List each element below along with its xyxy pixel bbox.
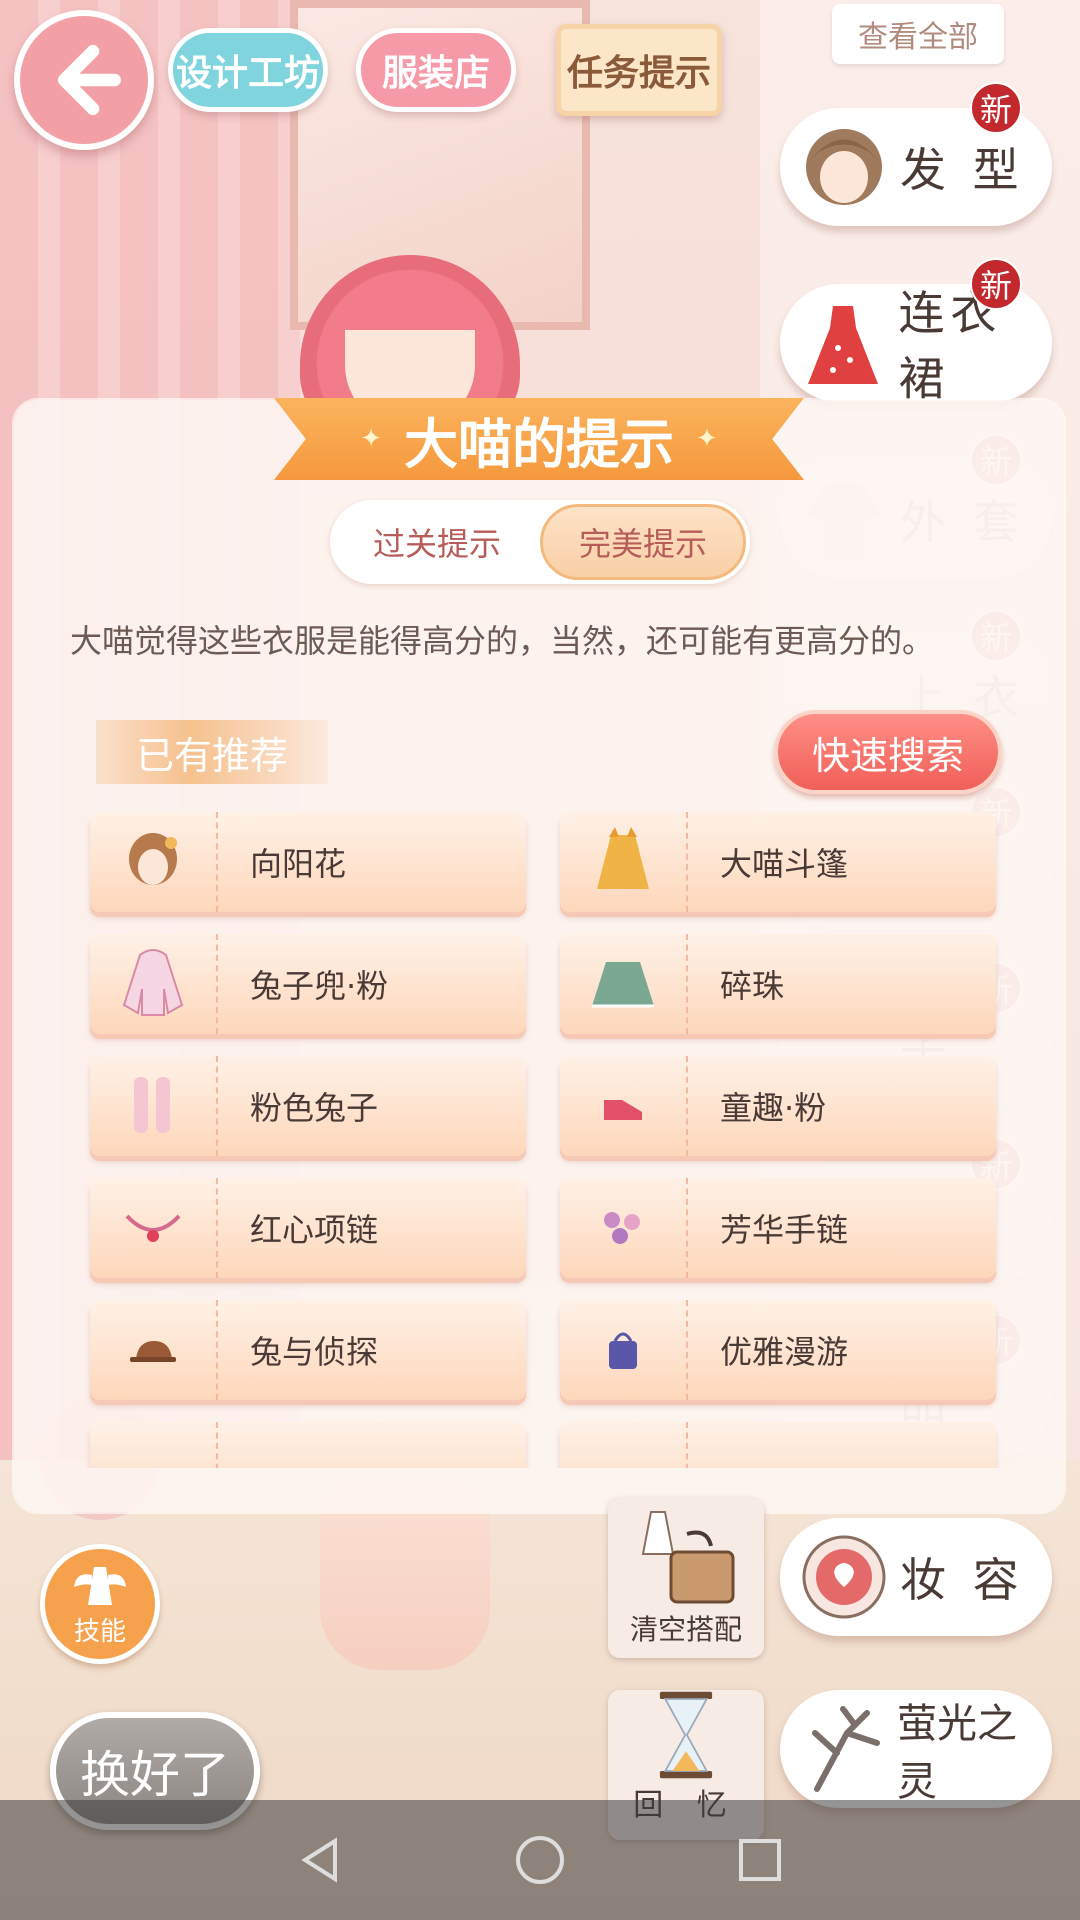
hint-tabs: 过关提示 完美提示 [330, 500, 750, 584]
item-name: 碎珠 [720, 967, 785, 1005]
list-item[interactable]: 童趣·粉 [560, 1056, 996, 1156]
clear-outfit-label: 清空搭配 [629, 1613, 742, 1646]
new-badge: 新 [970, 82, 1022, 134]
hint-panel-title: 大喵的提示 [404, 412, 674, 476]
cape-item-icon [560, 812, 688, 912]
skill-button[interactable]: 技能 [40, 1544, 160, 1664]
winged-dress-icon [74, 1566, 126, 1605]
item-name: 优雅漫游 [720, 1333, 849, 1371]
view-all-button[interactable]: 查看全部 [832, 4, 1004, 64]
hint-panel-title-ribbon: ✦ 大喵的提示 ✦ [274, 398, 804, 480]
firefly-spirit-button[interactable]: 萤光之灵 [780, 1690, 1052, 1808]
back-arrow-icon [57, 44, 121, 116]
suitcase-icon [641, 1511, 735, 1604]
nav-recents-icon[interactable] [730, 1830, 790, 1890]
nav-home-icon[interactable] [510, 1830, 570, 1890]
item-name: 芳华手链 [720, 1211, 849, 1249]
recommended-items-list[interactable]: 向阳花 大喵斗篷 兔子兜·粉 碎珠 粉色兔子 童趣·粉 红心项链 芳华手链 兔与… [80, 808, 1020, 1468]
category-label: 妆 容 [900, 1553, 1025, 1607]
list-item[interactable]: 芳华手链 [560, 1178, 996, 1278]
list-item[interactable]: 碎珠 [560, 934, 996, 1034]
recommended-header: 已有推荐 [96, 720, 328, 784]
tab-pass-hint[interactable]: 过关提示 [334, 504, 540, 580]
list-item[interactable] [90, 1422, 526, 1468]
hoodie-item-icon [90, 934, 218, 1034]
bracelet-item-icon [560, 1178, 688, 1278]
hair-item-icon [90, 812, 218, 912]
item-name: 粉色兔子 [250, 1089, 379, 1127]
sparkle-icon: ✦ [696, 424, 718, 454]
nav-back-icon[interactable] [290, 1830, 350, 1890]
system-navigation-bar [0, 1800, 1080, 1920]
back-button[interactable] [14, 10, 154, 150]
quick-search-button[interactable]: 快速搜索 [774, 710, 1002, 794]
item-name: 兔子兜·粉 [250, 967, 389, 1005]
hourglass-icon [659, 1691, 713, 1779]
category-label: 发 型 [900, 143, 1025, 197]
item-name: 大喵斗篷 [720, 845, 849, 883]
task-hint-button[interactable]: 任务提示 [556, 24, 722, 116]
list-item[interactable]: 向阳花 [90, 812, 526, 912]
compact-mirror-icon [796, 1529, 892, 1625]
item-name: 向阳花 [250, 845, 347, 883]
design-workshop-button[interactable]: 设计工坊 [168, 28, 328, 112]
category-makeup[interactable]: 妆 容 [780, 1518, 1052, 1636]
skirt-item-icon [560, 934, 688, 1034]
list-item[interactable]: 粉色兔子 [90, 1056, 526, 1156]
clothing-store-button[interactable]: 服装店 [356, 28, 516, 112]
list-item[interactable] [560, 1422, 996, 1468]
clear-outfit-button[interactable]: 清空搭配 [608, 1498, 764, 1658]
skill-label: 技能 [73, 1616, 126, 1647]
shoes-item-icon [560, 1056, 688, 1156]
item-name: 红心项链 [250, 1211, 379, 1249]
hairstyle-icon [796, 119, 892, 215]
sparkle-icon: ✦ [360, 424, 382, 454]
item-thumbnail [560, 1422, 688, 1468]
list-item[interactable]: 优雅漫游 [560, 1300, 996, 1400]
necklace-item-icon [90, 1178, 218, 1278]
socks-item-icon [90, 1056, 218, 1156]
dress-icon [796, 295, 890, 391]
item-name: 童趣·粉 [720, 1089, 827, 1127]
new-badge: 新 [970, 258, 1022, 310]
item-thumbnail [90, 1422, 218, 1468]
branch-icon [796, 1701, 889, 1797]
list-item[interactable]: 大喵斗篷 [560, 812, 996, 912]
firefly-label: 萤光之灵 [897, 1701, 1017, 1805]
hat-item-icon [90, 1300, 218, 1400]
list-item[interactable]: 兔子兜·粉 [90, 934, 526, 1034]
bag-item-icon [560, 1300, 688, 1400]
hint-description: 大喵觉得这些衣服是能得高分的，当然，还可能有更高分的。 [70, 622, 935, 660]
tab-perfect-hint[interactable]: 完美提示 [540, 504, 746, 580]
item-name: 兔与侦探 [250, 1333, 379, 1371]
list-item[interactable]: 红心项链 [90, 1178, 526, 1278]
list-item[interactable]: 兔与侦探 [90, 1300, 526, 1400]
